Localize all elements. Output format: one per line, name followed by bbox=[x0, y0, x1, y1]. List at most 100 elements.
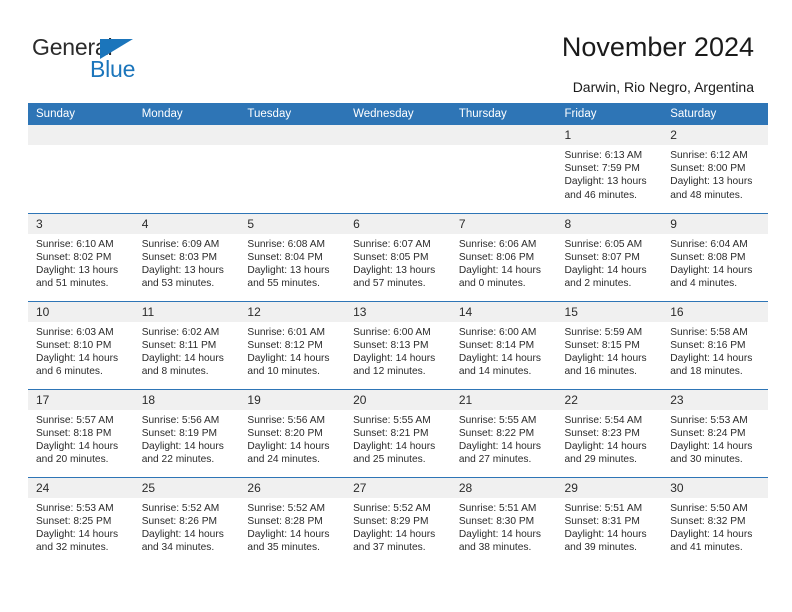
day-number: 3 bbox=[28, 213, 134, 234]
day-number: 23 bbox=[662, 389, 768, 410]
day-number: 12 bbox=[239, 301, 346, 322]
page-header: General Blue November 2024 Darwin, Rio N… bbox=[0, 0, 792, 100]
calendar-day-cell[interactable]: 13 Sunrise: 6:00 AM Sunset: 8:13 PM Dayligh… bbox=[345, 300, 451, 389]
sunrise-text: Sunrise: 5:51 AM bbox=[458, 502, 537, 514]
day-sun-info: Sunrise: 6:01 AM Sunset: 8:12 PM Daylight:… bbox=[239, 322, 345, 379]
daylight-text: Daylight: 14 hours and 2 minutes. bbox=[564, 264, 647, 290]
calendar-day-cell[interactable]: 26 Sunrise: 5:52 AM Sunset: 8:28 PM Dayligh… bbox=[239, 476, 346, 565]
sunrise-text: Sunrise: 6:06 AM bbox=[458, 238, 537, 250]
day-number bbox=[450, 125, 557, 145]
calendar-day-cell[interactable]: 29 Sunrise: 5:51 AM Sunset: 8:31 PM Dayligh… bbox=[556, 476, 663, 565]
weekday-header-thursday: Thursday bbox=[450, 103, 557, 125]
sunset-text: Sunset: 8:04 PM bbox=[247, 251, 323, 263]
day-sun-info: Sunrise: 6:07 AM Sunset: 8:05 PM Daylight:… bbox=[345, 234, 451, 291]
calendar-day-cell[interactable]: 11 Sunrise: 6:02 AM Sunset: 8:11 PM Dayligh… bbox=[133, 300, 240, 389]
calendar-day-cell[interactable]: 4 Sunrise: 6:09 AM Sunset: 8:03 PM Daylight… bbox=[133, 212, 240, 301]
calendar-day-cell[interactable]: 5 Sunrise: 6:08 AM Sunset: 8:04 PM Daylight… bbox=[239, 212, 346, 301]
sunrise-text: Sunrise: 5:54 AM bbox=[564, 414, 643, 426]
calendar-day-cell[interactable]: 3 Sunrise: 6:10 AM Sunset: 8:02 PM Daylight… bbox=[28, 212, 134, 301]
calendar-page: General Blue November 2024 Darwin, Rio N… bbox=[0, 0, 792, 612]
day-number bbox=[28, 125, 134, 145]
calendar-day-cell[interactable]: 18 Sunrise: 5:56 AM Sunset: 8:19 PM Dayligh… bbox=[133, 388, 240, 477]
calendar-day-cell[interactable]: 25 Sunrise: 5:52 AM Sunset: 8:26 PM Dayligh… bbox=[133, 476, 240, 565]
calendar-day-cell-empty bbox=[28, 125, 134, 213]
weekday-header-saturday: Saturday bbox=[662, 103, 768, 125]
day-sun-info: Sunrise: 5:52 AM Sunset: 8:26 PM Daylight:… bbox=[134, 498, 240, 555]
calendar-day-cell[interactable]: 27 Sunrise: 5:52 AM Sunset: 8:29 PM Dayligh… bbox=[345, 476, 451, 565]
sunrise-text: Sunrise: 5:57 AM bbox=[36, 414, 114, 426]
sunset-text: Sunset: 8:26 PM bbox=[141, 515, 218, 527]
calendar-day-cell[interactable]: 7 Sunrise: 6:06 AM Sunset: 8:06 PM Daylight… bbox=[450, 212, 557, 301]
calendar-day-cell[interactable]: 14 Sunrise: 6:00 AM Sunset: 8:14 PM Dayligh… bbox=[450, 300, 557, 389]
sunset-text: Sunset: 8:06 PM bbox=[458, 251, 535, 263]
calendar-day-cell[interactable]: 1 Sunrise: 6:13 AM Sunset: 7:59 PM Daylight… bbox=[556, 125, 663, 213]
daylight-text: Daylight: 14 hours and 27 minutes. bbox=[458, 440, 541, 466]
day-number bbox=[345, 125, 451, 145]
calendar-day-cell[interactable]: 8 Sunrise: 6:05 AM Sunset: 8:07 PM Daylight… bbox=[556, 212, 663, 301]
calendar-day-cell[interactable]: 28 Sunrise: 5:51 AM Sunset: 8:30 PM Dayligh… bbox=[450, 476, 557, 565]
logo-word-blue: Blue bbox=[90, 56, 136, 82]
sunrise-text: Sunrise: 5:53 AM bbox=[670, 414, 748, 426]
sunrise-text: Sunrise: 6:13 AM bbox=[564, 150, 643, 161]
day-sun-info: Sunrise: 5:55 AM Sunset: 8:21 PM Daylight:… bbox=[345, 410, 451, 467]
day-number: 26 bbox=[239, 477, 346, 498]
day-number: 30 bbox=[662, 477, 768, 498]
calendar-day-cell[interactable]: 22 Sunrise: 5:54 AM Sunset: 8:23 PM Dayligh… bbox=[556, 388, 663, 477]
calendar-day-cell[interactable]: 30 Sunrise: 5:50 AM Sunset: 8:32 PM Dayligh… bbox=[662, 476, 768, 565]
calendar-day-cell[interactable]: 23 Sunrise: 5:53 AM Sunset: 8:24 PM Dayligh… bbox=[662, 388, 768, 477]
sunrise-text: Sunrise: 6:02 AM bbox=[141, 326, 220, 338]
daylight-text: Daylight: 13 hours and 46 minutes. bbox=[564, 176, 647, 201]
sunset-text: Sunset: 8:28 PM bbox=[247, 515, 323, 527]
day-sun-info: Sunrise: 6:08 AM Sunset: 8:04 PM Daylight:… bbox=[239, 234, 345, 291]
sunset-text: Sunset: 8:31 PM bbox=[564, 515, 640, 527]
sunrise-text: Sunrise: 5:55 AM bbox=[353, 414, 431, 426]
calendar-week-row: 10 Sunrise: 6:03 AM Sunset: 8:10 PM Dayligh… bbox=[28, 300, 768, 389]
day-number: 18 bbox=[133, 389, 240, 410]
calendar-day-cell[interactable]: 9 Sunrise: 6:04 AM Sunset: 8:08 PM Daylight… bbox=[662, 212, 768, 301]
day-sun-info: Sunrise: 5:57 AM Sunset: 8:18 PM Daylight:… bbox=[28, 410, 134, 467]
calendar-day-cell[interactable]: 24 Sunrise: 5:53 AM Sunset: 8:25 PM Dayligh… bbox=[28, 476, 134, 565]
sunrise-text: Sunrise: 5:53 AM bbox=[36, 502, 114, 514]
day-sun-info: Sunrise: 6:02 AM Sunset: 8:11 PM Daylight:… bbox=[134, 322, 240, 379]
calendar-day-cell[interactable]: 20 Sunrise: 5:55 AM Sunset: 8:21 PM Dayligh… bbox=[345, 388, 451, 477]
sunset-text: Sunset: 8:05 PM bbox=[353, 251, 429, 263]
sunset-text: Sunset: 8:08 PM bbox=[670, 251, 746, 263]
calendar-day-cell[interactable]: 16 Sunrise: 5:58 AM Sunset: 8:16 PM Dayligh… bbox=[662, 300, 768, 389]
sunrise-text: Sunrise: 6:12 AM bbox=[670, 150, 748, 161]
day-number: 27 bbox=[345, 477, 451, 498]
day-sun-info: Sunrise: 6:00 AM Sunset: 8:13 PM Daylight:… bbox=[345, 322, 451, 379]
daylight-text: Daylight: 14 hours and 29 minutes. bbox=[564, 440, 647, 466]
sunrise-text: Sunrise: 6:05 AM bbox=[564, 238, 643, 250]
day-sun-info: Sunrise: 5:52 AM Sunset: 8:29 PM Daylight:… bbox=[345, 498, 451, 555]
day-number bbox=[239, 125, 346, 145]
day-number: 22 bbox=[556, 389, 663, 410]
day-sun-info: Sunrise: 5:56 AM Sunset: 8:20 PM Daylight:… bbox=[239, 410, 345, 467]
calendar-table: Sunday Monday Tuesday Wednesday Thursday Frid… bbox=[28, 103, 768, 565]
sunrise-text: Sunrise: 6:03 AM bbox=[36, 326, 114, 338]
sunrise-text: Sunrise: 5:59 AM bbox=[564, 326, 643, 338]
calendar-day-cell[interactable]: 6 Sunrise: 6:07 AM Sunset: 8:05 PM Daylight… bbox=[345, 212, 451, 301]
daylight-text: Daylight: 14 hours and 4 minutes. bbox=[670, 264, 753, 290]
day-sun-info: Sunrise: 6:06 AM Sunset: 8:06 PM Daylight:… bbox=[451, 234, 557, 291]
day-number: 6 bbox=[345, 213, 451, 234]
sunrise-text: Sunrise: 5:52 AM bbox=[353, 502, 431, 514]
sunset-text: Sunset: 8:23 PM bbox=[564, 427, 640, 439]
daylight-text: Daylight: 14 hours and 16 minutes. bbox=[564, 352, 647, 378]
daylight-text: Daylight: 13 hours and 55 minutes. bbox=[247, 264, 330, 290]
day-sun-info: Sunrise: 6:04 AM Sunset: 8:08 PM Daylight:… bbox=[662, 234, 768, 291]
calendar-day-cell[interactable]: 21 Sunrise: 5:55 AM Sunset: 8:22 PM Dayligh… bbox=[450, 388, 557, 477]
calendar-day-cell[interactable]: 19 Sunrise: 5:56 AM Sunset: 8:20 PM Dayligh… bbox=[239, 388, 346, 477]
sunset-text: Sunset: 8:07 PM bbox=[564, 251, 640, 263]
calendar-day-cell[interactable]: 10 Sunrise: 6:03 AM Sunset: 8:10 PM Dayligh… bbox=[28, 300, 134, 389]
calendar-day-cell[interactable]: 2 Sunrise: 6:12 AM Sunset: 8:00 PM Daylight… bbox=[662, 125, 768, 213]
calendar-day-cell[interactable]: 12 Sunrise: 6:01 AM Sunset: 8:12 PM Dayligh… bbox=[239, 300, 346, 389]
daylight-text: Daylight: 14 hours and 0 minutes. bbox=[458, 264, 541, 290]
daylight-text: Daylight: 14 hours and 24 minutes. bbox=[247, 440, 330, 466]
calendar-day-cell[interactable]: 15 Sunrise: 5:59 AM Sunset: 8:15 PM Dayligh… bbox=[556, 300, 663, 389]
day-number: 5 bbox=[239, 213, 346, 234]
sunset-text: Sunset: 8:21 PM bbox=[353, 427, 429, 439]
sunrise-text: Sunrise: 6:04 AM bbox=[670, 238, 748, 250]
daylight-text: Daylight: 14 hours and 37 minutes. bbox=[353, 528, 436, 554]
calendar-day-cell[interactable]: 17 Sunrise: 5:57 AM Sunset: 8:18 PM Dayligh… bbox=[28, 388, 134, 477]
calendar-week-row: 1 Sunrise: 6:13 AM Sunset: 7:59 PM Daylight… bbox=[28, 125, 768, 213]
